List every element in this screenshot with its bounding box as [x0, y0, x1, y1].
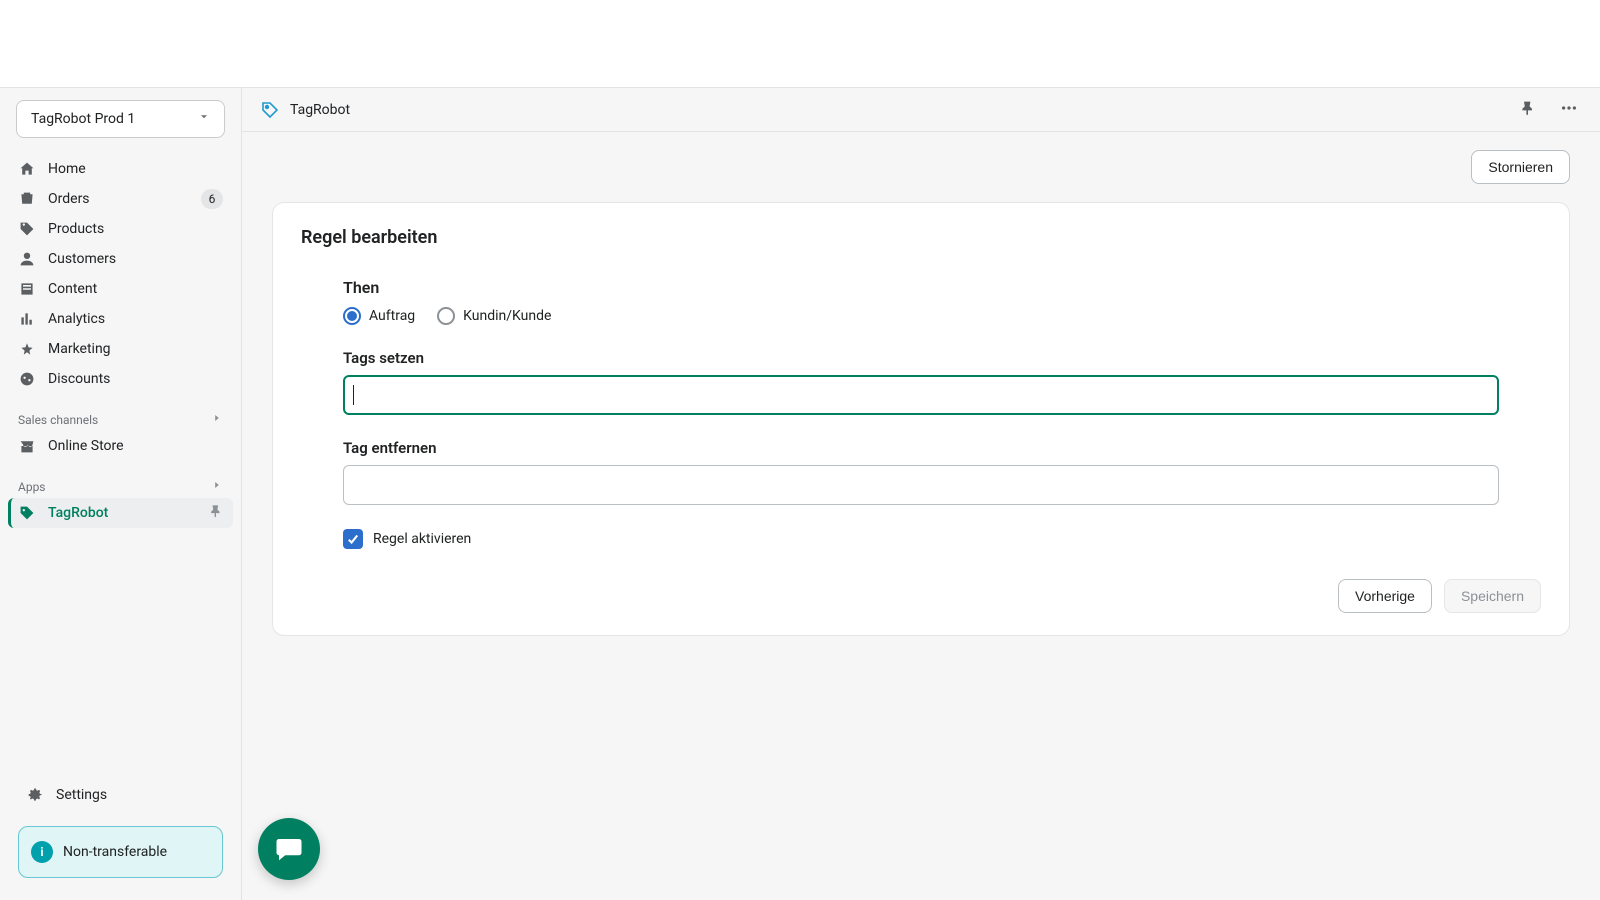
marketing-icon — [18, 341, 36, 357]
chevron-right-icon — [211, 412, 223, 427]
pin-button[interactable] — [1516, 96, 1540, 123]
section-label-text: Apps — [18, 480, 46, 494]
section-sales-channels[interactable]: Sales channels — [0, 400, 241, 431]
sidebar: TagRobot Prod 1 Home Orders 6 — [0, 88, 242, 900]
primary-nav: Home Orders 6 Products Customers — [0, 148, 241, 400]
section-apps[interactable]: Apps — [0, 467, 241, 498]
nav-label: Settings — [56, 787, 215, 803]
sidebar-item-home[interactable]: Home — [8, 154, 233, 184]
cancel-button[interactable]: Stornieren — [1471, 150, 1570, 184]
chevron-right-icon — [211, 479, 223, 494]
card-title: Regel bearbeiten — [301, 227, 1541, 248]
nav-label: Analytics — [48, 311, 223, 327]
sidebar-item-customers[interactable]: Customers — [8, 244, 233, 274]
sidebar-item-settings[interactable]: Settings — [16, 780, 225, 810]
radio-group-target: Auftrag Kundin/Kunde — [343, 307, 1499, 325]
tag-icon — [18, 505, 36, 521]
save-button[interactable]: Speichern — [1444, 579, 1541, 613]
home-icon — [18, 161, 36, 177]
orders-icon — [18, 191, 36, 207]
nav-label: TagRobot — [48, 505, 197, 521]
nav-label: Online Store — [48, 438, 223, 454]
nav-label: Customers — [48, 251, 223, 267]
section-label-text: Sales channels — [18, 413, 98, 427]
radio-icon — [343, 307, 361, 325]
topbar: TagRobot — [242, 88, 1600, 132]
form-inner: Then Auftrag Kundin/Kunde Tags setzen — [301, 278, 1541, 549]
sidebar-item-content[interactable]: Content — [8, 274, 233, 304]
app-title: TagRobot — [290, 102, 350, 118]
main: TagRobot Stornieren Regel bearbeiten The… — [242, 88, 1600, 900]
store-selector[interactable]: TagRobot Prod 1 — [16, 100, 225, 138]
nav-label: Marketing — [48, 341, 223, 357]
tag-remove-label: Tag entfernen — [343, 439, 1499, 457]
radio-order[interactable]: Auftrag — [343, 307, 415, 325]
app-shell: TagRobot Prod 1 Home Orders 6 — [0, 88, 1600, 900]
sidebar-item-analytics[interactable]: Analytics — [8, 304, 233, 334]
content-icon — [18, 281, 36, 297]
nav-label: Home — [48, 161, 223, 177]
sidebar-item-discounts[interactable]: Discounts — [8, 364, 233, 394]
customers-icon — [18, 251, 36, 267]
chevron-down-icon — [198, 111, 210, 127]
more-button[interactable] — [1556, 95, 1582, 124]
content-area: Stornieren Regel bearbeiten Then Auftrag… — [242, 132, 1600, 900]
card-footer: Vorherige Speichern — [301, 579, 1541, 613]
store-icon — [18, 438, 36, 454]
nav-label: Discounts — [48, 371, 223, 387]
app-logo-icon — [260, 100, 280, 120]
gear-icon — [26, 787, 44, 803]
chat-fab[interactable] — [258, 818, 320, 880]
previous-button[interactable]: Vorherige — [1338, 579, 1432, 613]
activate-rule-row[interactable]: Regel aktivieren — [343, 529, 1499, 549]
sidebar-item-online-store[interactable]: Online Store — [8, 431, 233, 461]
nav-label: Products — [48, 221, 223, 237]
rule-card: Regel bearbeiten Then Auftrag Kundin/Kun… — [272, 202, 1570, 636]
tags-set-input[interactable] — [343, 375, 1499, 415]
apps-list: TagRobot — [0, 498, 241, 534]
info-icon: i — [31, 841, 53, 863]
tag-remove-input[interactable] — [343, 465, 1499, 505]
browser-chrome-placeholder — [0, 0, 1600, 88]
products-icon — [18, 221, 36, 237]
tags-set-label: Tags setzen — [343, 349, 1499, 367]
sales-channels-list: Online Store — [0, 431, 241, 467]
orders-badge: 6 — [201, 189, 223, 209]
chat-icon — [274, 834, 304, 864]
sidebar-item-orders[interactable]: Orders 6 — [8, 184, 233, 214]
analytics-icon — [18, 311, 36, 327]
radio-order-label: Auftrag — [369, 308, 415, 324]
banner-text: Non-transferable — [63, 844, 167, 860]
radio-icon — [437, 307, 455, 325]
checkbox-checked-icon — [343, 529, 363, 549]
pin-icon[interactable] — [209, 504, 223, 522]
radio-customer[interactable]: Kundin/Kunde — [437, 307, 551, 325]
nav-label: Orders — [48, 191, 189, 207]
sidebar-item-marketing[interactable]: Marketing — [8, 334, 233, 364]
info-banner: i Non-transferable — [18, 826, 223, 878]
radio-customer-label: Kundin/Kunde — [463, 308, 551, 324]
nav-label: Content — [48, 281, 223, 297]
discounts-icon — [18, 371, 36, 387]
settings-list: Settings — [8, 774, 233, 816]
sidebar-item-products[interactable]: Products — [8, 214, 233, 244]
activate-label: Regel aktivieren — [373, 531, 471, 547]
then-label: Then — [343, 278, 1499, 297]
store-name: TagRobot Prod 1 — [31, 111, 135, 127]
sidebar-item-tagrobot[interactable]: TagRobot — [8, 498, 233, 528]
